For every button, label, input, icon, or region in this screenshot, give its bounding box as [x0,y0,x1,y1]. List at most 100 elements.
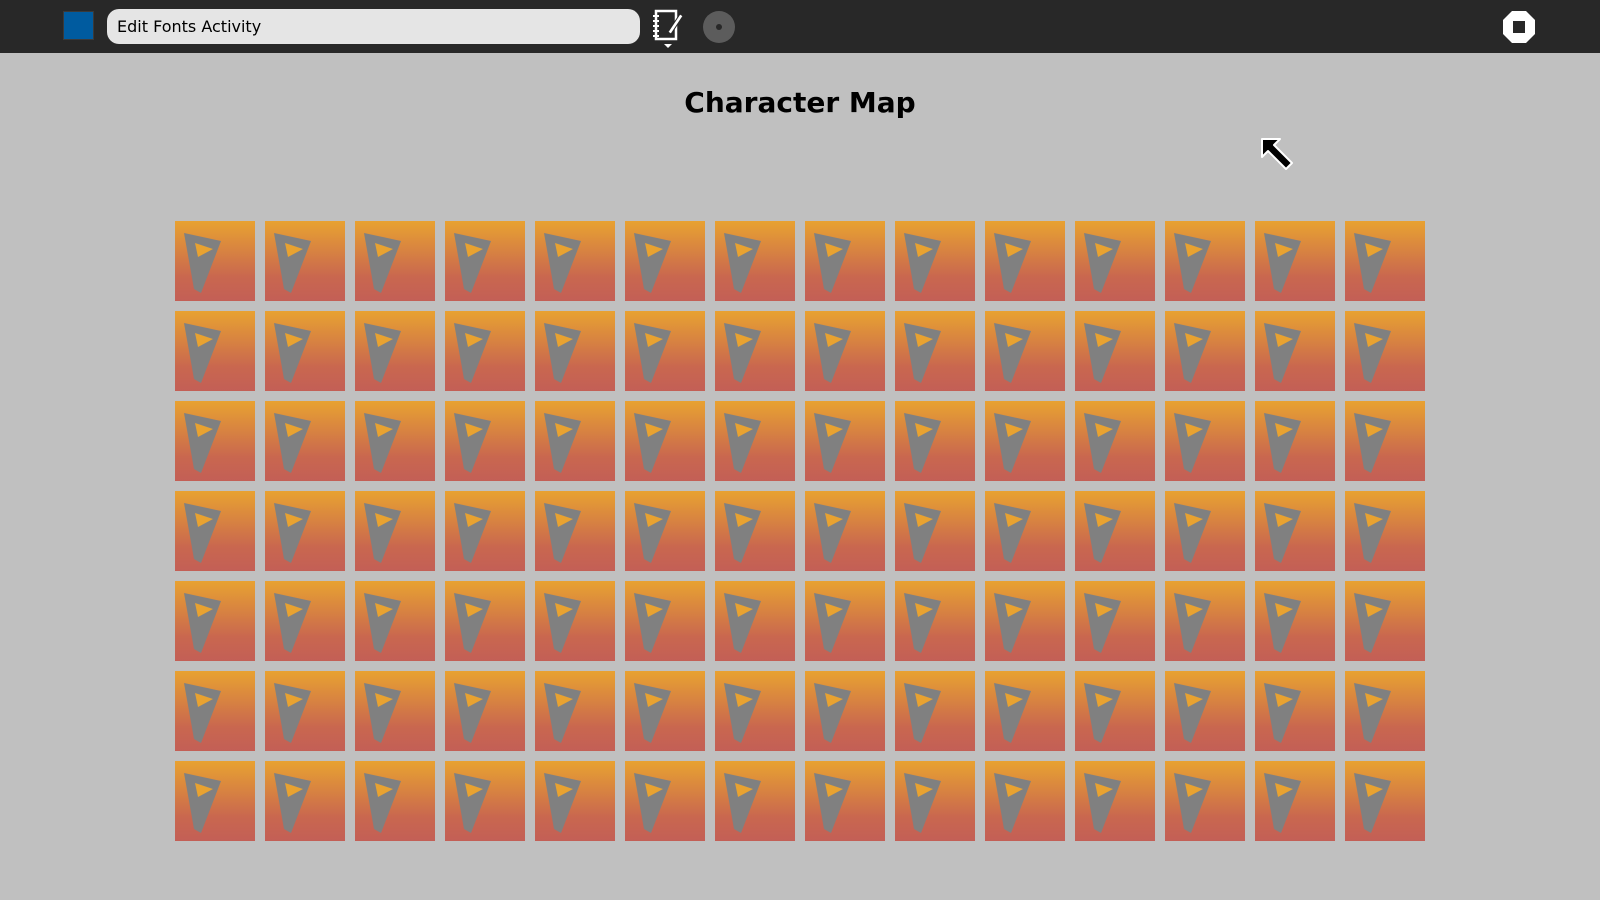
glyph-cell[interactable] [985,491,1065,571]
glyph-cell[interactable] [175,311,255,391]
stop-button[interactable] [1502,10,1536,44]
glyph-cell[interactable] [805,311,885,391]
glyph-cell[interactable] [805,491,885,571]
glyph-cell[interactable] [1345,311,1425,391]
glyph-cell[interactable] [1075,761,1155,841]
glyph-cell[interactable] [1255,491,1335,571]
glyph-cell[interactable] [355,491,435,571]
glyph-cell[interactable] [985,221,1065,301]
glyph-cell[interactable] [1165,671,1245,751]
glyph-cell[interactable] [805,761,885,841]
glyph-cell[interactable] [1165,581,1245,661]
glyph-cell[interactable] [265,581,345,661]
glyph-cell[interactable] [895,761,975,841]
share-button[interactable] [703,11,735,43]
glyph-cell[interactable] [895,401,975,481]
glyph-cell[interactable] [1075,401,1155,481]
glyph-cell[interactable] [895,311,975,391]
glyph-cell[interactable] [1255,671,1335,751]
glyph-cell[interactable] [1165,401,1245,481]
glyph-cell[interactable] [355,221,435,301]
glyph-cell[interactable] [1345,221,1425,301]
glyph-cell[interactable] [1075,221,1155,301]
glyph-cell[interactable] [265,401,345,481]
glyph-cell[interactable] [1165,761,1245,841]
glyph-cell[interactable] [1345,761,1425,841]
glyph-cell[interactable] [1255,581,1335,661]
glyph-cell[interactable] [1075,311,1155,391]
glyph-cell[interactable] [715,221,795,301]
glyph-cell[interactable] [805,401,885,481]
glyph-cell[interactable] [175,491,255,571]
glyph-cell[interactable] [715,581,795,661]
glyph-cell[interactable] [535,671,615,751]
glyph-cell[interactable] [445,311,525,391]
glyph-cell[interactable] [445,401,525,481]
glyph-cell[interactable] [535,401,615,481]
glyph-cell[interactable] [625,491,705,571]
glyph-cell[interactable] [895,671,975,751]
journal-button[interactable] [650,8,686,48]
glyph-cell[interactable] [1075,491,1155,571]
glyph-cell[interactable] [445,581,525,661]
glyph-cell[interactable] [895,581,975,661]
glyph-cell[interactable] [1165,221,1245,301]
glyph-cell[interactable] [1255,221,1335,301]
glyph-cell[interactable] [265,311,345,391]
glyph-cell[interactable] [805,221,885,301]
glyph-cell[interactable] [175,401,255,481]
glyph-cell[interactable] [1255,311,1335,391]
glyph-cell[interactable] [715,671,795,751]
glyph-cell[interactable] [265,491,345,571]
glyph-cell[interactable] [445,671,525,751]
glyph-cell[interactable] [1075,581,1155,661]
glyph-cell[interactable] [1165,491,1245,571]
activity-title-field[interactable]: Edit Fonts Activity [107,9,640,44]
glyph-cell[interactable] [1165,311,1245,391]
glyph-cell[interactable] [355,311,435,391]
glyph-cell[interactable] [985,671,1065,751]
glyph-cell[interactable] [355,401,435,481]
glyph-cell[interactable] [265,761,345,841]
glyph-cell[interactable] [1075,671,1155,751]
glyph-cell[interactable] [895,221,975,301]
glyph-cell[interactable] [535,221,615,301]
glyph-cell[interactable] [175,581,255,661]
glyph-cell[interactable] [625,401,705,481]
glyph-cell[interactable] [715,401,795,481]
glyph-cell[interactable] [265,671,345,751]
glyph-cell[interactable] [265,221,345,301]
glyph-cell[interactable] [805,581,885,661]
glyph-cell[interactable] [805,671,885,751]
glyph-cell[interactable] [1255,761,1335,841]
glyph-cell[interactable] [985,311,1065,391]
glyph-cell[interactable] [175,671,255,751]
glyph-cell[interactable] [445,491,525,571]
glyph-cell[interactable] [985,761,1065,841]
glyph-cell[interactable] [625,671,705,751]
glyph-cell[interactable] [175,221,255,301]
glyph-cell[interactable] [355,671,435,751]
glyph-cell[interactable] [1345,401,1425,481]
glyph-cell[interactable] [1345,491,1425,571]
glyph-cell[interactable] [355,581,435,661]
glyph-cell[interactable] [445,221,525,301]
glyph-cell[interactable] [625,221,705,301]
glyph-cell[interactable] [625,311,705,391]
glyph-cell[interactable] [535,491,615,571]
glyph-cell[interactable] [355,761,435,841]
activity-icon[interactable] [63,11,94,40]
glyph-cell[interactable] [625,581,705,661]
glyph-cell[interactable] [1345,581,1425,661]
glyph-cell[interactable] [985,581,1065,661]
glyph-cell[interactable] [535,761,615,841]
glyph-cell[interactable] [535,311,615,391]
glyph-cell[interactable] [715,491,795,571]
glyph-cell[interactable] [625,761,705,841]
glyph-cell[interactable] [715,311,795,391]
glyph-cell[interactable] [445,761,525,841]
glyph-cell[interactable] [895,491,975,571]
glyph-cell[interactable] [985,401,1065,481]
glyph-cell[interactable] [1255,401,1335,481]
glyph-cell[interactable] [175,761,255,841]
